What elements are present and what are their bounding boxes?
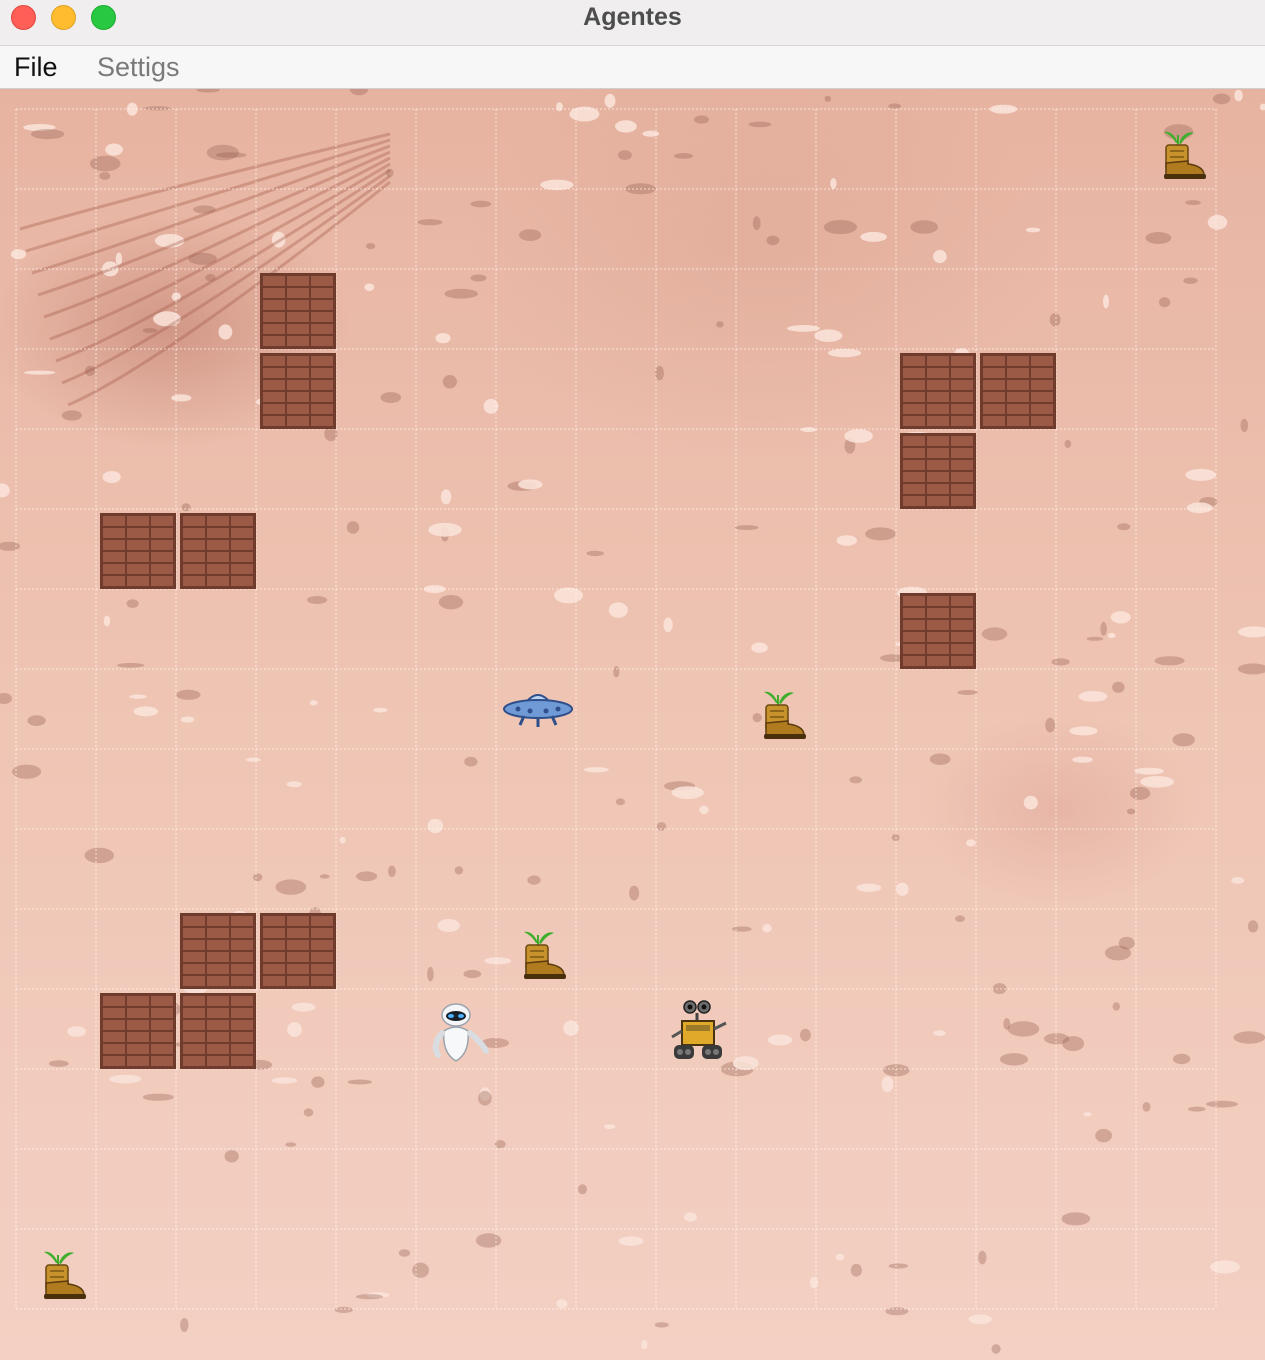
boot-plant-icon: [740, 673, 816, 749]
brick-wall-icon: [260, 913, 336, 989]
window-title: Agentes: [583, 3, 682, 31]
menu-file[interactable]: File: [14, 52, 58, 83]
brick-wall-icon: [180, 913, 256, 989]
walle-robot-icon[interactable]: [660, 993, 736, 1069]
brick-wall-icon: [900, 593, 976, 669]
brick-wall-icon: [180, 993, 256, 1069]
brick-wall-icon: [100, 993, 176, 1069]
boot-plant-icon: [1140, 113, 1216, 189]
boot-plant-icon: [20, 1233, 96, 1309]
brick-wall-icon: [100, 513, 176, 589]
menu-settings[interactable]: Settigs: [97, 52, 180, 83]
boot-plant-icon: [500, 913, 576, 989]
brick-wall-icon: [260, 273, 336, 349]
app-window: Agentes File Settigs: [0, 0, 1265, 1360]
board-grid: [15, 108, 1217, 1310]
brick-wall-icon: [980, 353, 1056, 429]
menu-bar: File Settigs: [0, 46, 1265, 89]
brick-wall-icon: [900, 433, 976, 509]
brick-wall-icon: [180, 513, 256, 589]
eve-robot-icon[interactable]: [420, 993, 496, 1069]
brick-wall-icon: [260, 353, 336, 429]
brick-wall-icon: [900, 353, 976, 429]
ufo-icon[interactable]: [500, 673, 576, 749]
game-board[interactable]: [0, 89, 1265, 1360]
title-bar[interactable]: Agentes: [0, 0, 1265, 46]
